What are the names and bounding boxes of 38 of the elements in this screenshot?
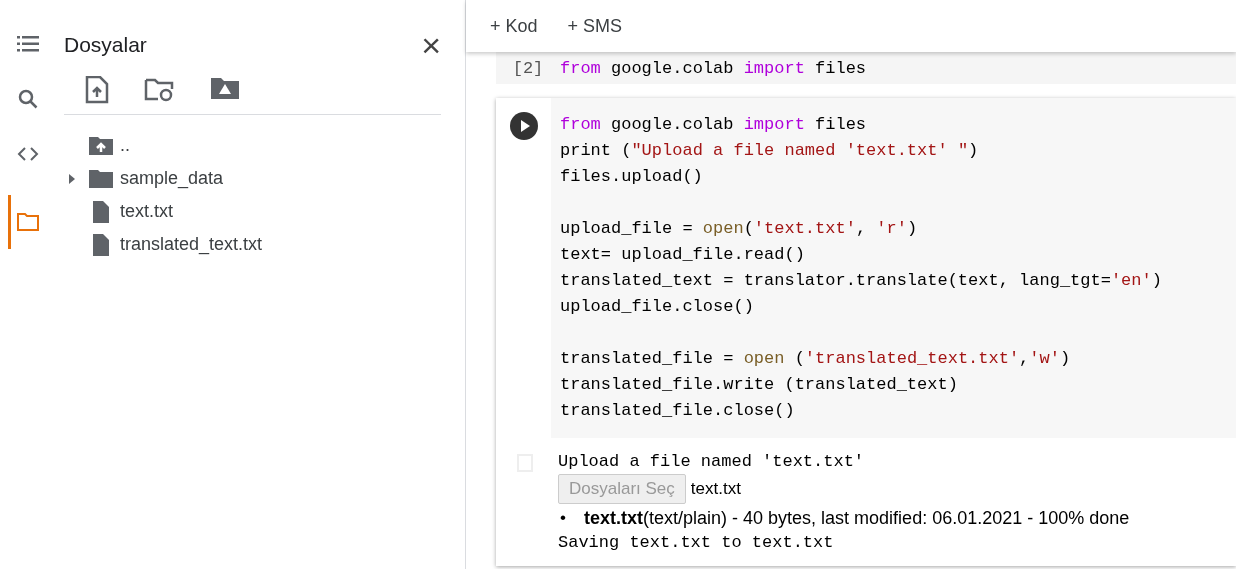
code-line: translated_file.write (translated_text) — [560, 374, 958, 396]
chosen-file-name: text.txt — [690, 478, 741, 501]
code-line: from google.colab import files — [560, 114, 867, 136]
folder-icon[interactable] — [17, 213, 39, 231]
file-name[interactable]: sample_data — [120, 165, 224, 192]
code-line: from google.colab import files — [560, 58, 867, 80]
code-icon[interactable] — [17, 146, 39, 162]
table-of-contents-icon[interactable] — [17, 36, 39, 52]
code-line: text= upload_file.read() — [560, 244, 805, 266]
code-line: upload_file = open('text.txt', 'r') — [560, 218, 918, 240]
close-button[interactable]: × — [421, 28, 441, 62]
code-line: translated_file = open ('translated_text.txt','w') — [560, 348, 1071, 370]
code-line: print ("Upload a file named 'text.txt' ") — [560, 140, 979, 162]
code-line: translated_text = translator.translate(text, lang_tgt='en') — [560, 270, 1162, 292]
refresh-folder-icon[interactable] — [144, 76, 176, 102]
folder-up-icon — [88, 135, 114, 156]
folder-icon — [88, 168, 114, 189]
drive-folder-icon[interactable] — [210, 76, 240, 100]
code-line: files.upload() — [560, 166, 703, 188]
file-icon — [91, 199, 111, 224]
file-name[interactable]: text.txt — [120, 198, 173, 225]
run-button[interactable] — [509, 112, 538, 140]
add-cell-button[interactable]: + SMS — [567, 12, 623, 40]
upload-file-icon[interactable] — [84, 76, 110, 104]
caret-right-icon[interactable] — [68, 173, 76, 184]
execution-count: [2] — [511, 58, 545, 80]
output-text: Saving text.txt to text.txt — [558, 532, 834, 554]
code-line: translated_file.close() — [560, 400, 795, 422]
upload-status: text.txt(text/plain) - 40 bytes, last modified: 06.01.2021 - 100% done — [584, 506, 1130, 530]
sidebar-title: Dosyalar — [64, 32, 147, 59]
file-name[interactable]: translated_text.txt — [120, 231, 263, 258]
output-text: Upload a file named 'text.txt' — [558, 451, 865, 473]
code-line: upload_file.close() — [560, 296, 754, 318]
file-name[interactable]: .. — [120, 132, 130, 159]
search-icon[interactable] — [18, 89, 38, 109]
add-cell-button[interactable]: + Kod — [490, 12, 538, 40]
bullet: • — [559, 507, 567, 530]
file-icon — [91, 232, 111, 257]
